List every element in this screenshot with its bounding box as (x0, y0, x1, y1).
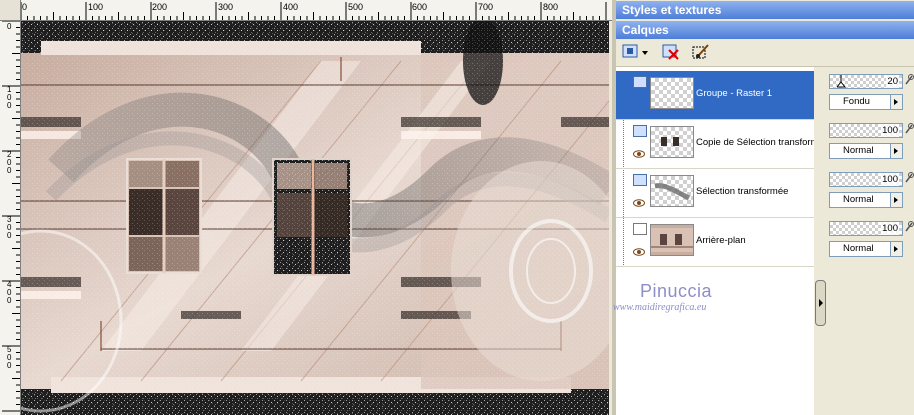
chevron-right-icon (894, 246, 898, 252)
chevron-right-icon (894, 197, 898, 203)
ruler-label: 0 (7, 22, 12, 31)
layer-row-copie-selection[interactable]: Copie de Sélection transformée (616, 120, 829, 169)
chevron-right-icon (894, 99, 898, 105)
ruler-label: 500 (7, 345, 12, 370)
blend-dropdown-button[interactable] (890, 94, 903, 110)
opacity-value: 100 (881, 124, 899, 137)
delete-layer-button[interactable] (660, 42, 682, 62)
blend-dropdown-button[interactable] (890, 143, 903, 159)
layer-thumbnail (650, 224, 694, 256)
layer-row-groupe-raster-1[interactable]: Groupe - Raster 1 (616, 71, 814, 120)
ruler-label: 200 (7, 150, 12, 175)
ruler-label: 400 (7, 280, 12, 305)
new-layer-icon (622, 44, 648, 58)
panel-splitter[interactable] (814, 67, 826, 415)
link-icon[interactable] (904, 74, 914, 86)
slider-thumb-icon (837, 75, 847, 88)
link-icon[interactable] (904, 172, 914, 184)
blend-mode-select-layer-1[interactable]: Fondu (829, 94, 891, 110)
layer-properties-panel: 20 Fondu 100 Normal 100 Normal 100 Norma… (826, 67, 914, 415)
opacity-value: 100 (881, 222, 899, 235)
opacity-value: 100 (881, 173, 899, 186)
visibility-eye-icon[interactable] (633, 248, 645, 256)
watermark-url: www.maidiregrafica.eu (613, 302, 707, 313)
opacity-slider-layer-1[interactable]: 20 (829, 74, 903, 89)
chevron-right-icon (894, 148, 898, 154)
blend-mode-select-layer-4[interactable]: Normal (829, 241, 891, 257)
delete-layer-icon (662, 44, 679, 60)
thumbnail-art (651, 228, 693, 252)
blend-mode-select-layer-3[interactable]: Normal (829, 192, 891, 208)
opacity-value: 20 (886, 75, 899, 88)
ruler-label: 700 (478, 2, 494, 12)
visibility-eye-icon[interactable] (633, 150, 645, 158)
layer-thumbnail (650, 77, 694, 109)
styles-panel-title[interactable]: Styles et textures (616, 1, 914, 19)
watermark-title: Pinuccia (640, 281, 713, 301)
layer-name: Copie de Sélection transformée (696, 137, 830, 148)
ruler-label: 600 (412, 2, 428, 12)
ruler-label: 200 (152, 2, 168, 12)
link-icon[interactable] (904, 221, 914, 233)
ruler-label: 800 (543, 2, 559, 12)
ruler-label: 500 (348, 2, 364, 12)
ruler-label: 300 (218, 2, 234, 12)
edit-selection-button[interactable] (690, 42, 712, 62)
background-layer-icon (633, 223, 647, 235)
layer-thumbnail (650, 175, 694, 207)
canvas-artwork (21, 21, 609, 415)
ruler-corner (0, 0, 21, 21)
blend-dropdown-button[interactable] (890, 192, 903, 208)
opacity-slider-layer-3[interactable]: 100 (829, 172, 903, 187)
brush-icon (692, 44, 709, 59)
layer-name: Sélection transformée (696, 186, 789, 197)
layer-row-arriere-plan[interactable]: Arrière-plan (616, 218, 814, 267)
chevron-right-icon (819, 299, 823, 307)
layer-name: Groupe - Raster 1 (696, 88, 773, 99)
layer-list: Groupe - Raster 1 Copie de Sélection tra… (616, 67, 829, 415)
image-canvas[interactable] (21, 21, 609, 415)
ruler-label: 0 (22, 2, 28, 12)
layers-panel-title[interactable]: Calques (616, 21, 914, 39)
thumbnail-art (654, 183, 691, 201)
layers-toolbar (616, 40, 914, 67)
ruler-label: 100 (88, 2, 104, 12)
ruler-label: 400 (283, 2, 299, 12)
layer-thumbnail (650, 126, 694, 158)
visibility-eye-icon[interactable] (633, 199, 645, 207)
new-layer-button[interactable] (620, 42, 650, 62)
raster-layer-icon (633, 174, 647, 186)
ruler-label: 100 (7, 85, 12, 110)
link-icon[interactable] (904, 123, 914, 135)
blend-mode-select-layer-2[interactable]: Normal (829, 143, 891, 159)
layer-name: Arrière-plan (696, 235, 746, 246)
horizontal-ruler: 0 100 200 300 400 500 600 700 800 (0, 0, 612, 21)
group-layer-icon (633, 76, 647, 88)
opacity-slider-layer-4[interactable]: 100 (829, 221, 903, 236)
opacity-slider-layer-2[interactable]: 100 (829, 123, 903, 138)
thumbnail-art (661, 137, 679, 146)
splitter-handle[interactable] (815, 280, 826, 326)
layer-row-selection-transformee[interactable]: Sélection transformée (616, 169, 814, 218)
blend-dropdown-button[interactable] (890, 241, 903, 257)
ruler-label: 300 (7, 215, 12, 240)
raster-layer-icon (633, 125, 647, 137)
vertical-ruler: 0 100 200 300 400 500 (0, 20, 21, 415)
